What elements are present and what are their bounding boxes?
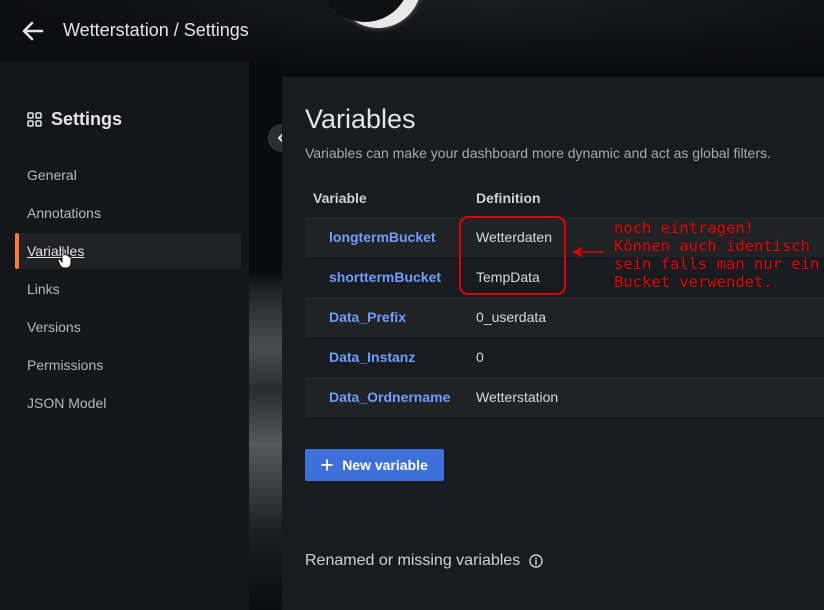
info-icon[interactable] [529, 554, 543, 568]
variable-definition: 0 [476, 349, 484, 365]
back-button[interactable] [18, 18, 48, 44]
variable-name-link[interactable]: longtermBucket [329, 229, 436, 245]
annotation-line: noch eintragen! [614, 219, 754, 237]
sidebar-item-label: General [27, 167, 77, 183]
variable-name-link[interactable]: Data_Prefix [329, 309, 406, 325]
sidebar-title: Settings [27, 109, 122, 130]
annotation-line: Können auch identisch [614, 237, 810, 255]
sidebar-item-permissions[interactable]: Permissions [15, 347, 241, 383]
sidebar-item-label: Links [27, 281, 60, 297]
plus-icon [321, 459, 334, 471]
sidebar-item-json-model[interactable]: JSON Model [15, 385, 241, 421]
sidebar-item-label: JSON Model [27, 395, 107, 411]
arrow-left-annotation-icon [572, 246, 604, 258]
sidebar-item-label: Permissions [27, 357, 104, 373]
variables-panel: Variables Variables can make your dashbo… [282, 77, 824, 610]
variable-definition: 0_userdata [476, 309, 547, 325]
sidebar-item-label: Annotations [27, 205, 101, 221]
grid-icon [27, 112, 42, 127]
annotation-line: sein falls man nur ein [614, 255, 820, 273]
annotation-note: noch eintragen! Können auch identisch se… [614, 219, 824, 291]
variable-name-link[interactable]: shorttermBucket [329, 269, 441, 285]
new-variable-label: New variable [342, 457, 428, 473]
table-row: Data_Instanz 0 [305, 337, 824, 377]
sidebar-item-general[interactable]: General [15, 157, 241, 193]
breadcrumb: Wetterstation / Settings [63, 20, 249, 40]
column-header-definition: Definition [476, 190, 541, 206]
annotation-highlight-box [459, 216, 566, 295]
variable-name-link[interactable]: Data_Instanz [329, 349, 415, 365]
column-header-variable: Variable [313, 190, 367, 206]
top-bar: Wetterstation / Settings [0, 0, 824, 61]
arrow-left-icon [22, 21, 44, 41]
annotation-line: Bucket verwendet. [614, 273, 773, 291]
hand-pointer-icon [57, 245, 72, 269]
table-row: Data_Prefix 0_userdata [305, 297, 824, 337]
table-row: Data_Ordnername Wetterstation [305, 377, 824, 417]
variable-definition: Wetterstation [476, 389, 559, 405]
page-title: Variables [305, 104, 416, 134]
renamed-variables-heading: Renamed or missing variables [305, 552, 543, 570]
sidebar-item-versions[interactable]: Versions [15, 309, 241, 345]
sidebar-item-label: Versions [27, 319, 81, 335]
renamed-variables-label: Renamed or missing variables [305, 552, 521, 569]
sidebar-item-label: Variables [27, 243, 85, 259]
new-variable-button[interactable]: New variable [305, 449, 444, 481]
sidebar-item-links[interactable]: Links [15, 271, 241, 307]
sidebar-title-label: Settings [51, 109, 123, 129]
page-description: Variables can make your dashboard more d… [305, 145, 771, 161]
variable-name-link[interactable]: Data_Ordnername [329, 389, 450, 405]
settings-sidebar: Settings General Annotations Variables L… [0, 61, 249, 610]
sidebar-item-annotations[interactable]: Annotations [15, 195, 241, 231]
sidebar-item-variables[interactable]: Variables [15, 233, 241, 269]
